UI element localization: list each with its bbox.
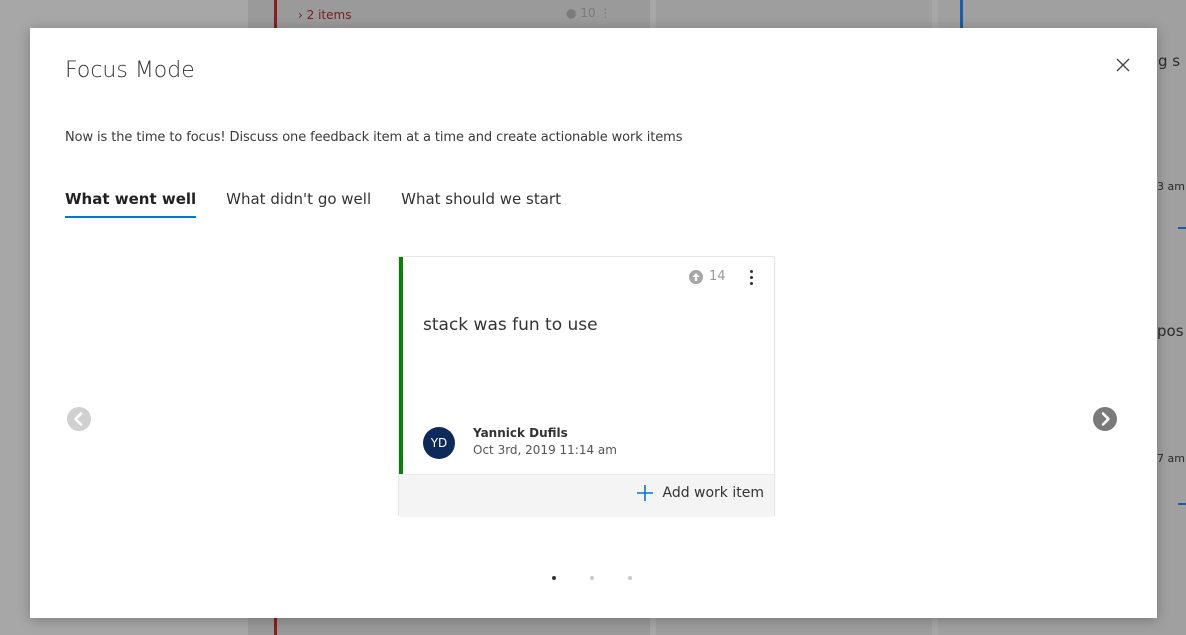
card-more-button[interactable] — [742, 266, 760, 288]
board-side-fragment: 3 am — [1157, 180, 1185, 193]
focus-mode-dialog: Focus Mode Now is the time to focus! Dis… — [30, 28, 1157, 618]
card-accent-bar — [399, 257, 403, 474]
feedback-timestamp: Oct 3rd, 2019 11:14 am — [473, 443, 617, 457]
chevron-left-circle-icon — [67, 407, 91, 431]
close-button[interactable] — [1110, 52, 1136, 78]
dialog-subtitle: Now is the time to focus! Discuss one fe… — [65, 130, 683, 145]
chevron-right-circle-icon — [1093, 407, 1117, 431]
tab-what-should-we-start[interactable]: What should we start — [401, 190, 561, 218]
feedback-text: stack was fun to use — [423, 315, 598, 335]
plus-icon — [637, 485, 654, 501]
more-icon: ⋮ — [599, 6, 612, 20]
pagination-dot[interactable] — [552, 576, 556, 580]
upvote-icon — [689, 269, 703, 284]
board-card-accent — [960, 0, 963, 28]
board-vote-count: ● 10 ⋮ — [566, 6, 612, 20]
more-icon — [749, 269, 753, 273]
column-tabs: What went well What didn't go well What … — [65, 190, 591, 218]
tab-what-didnt-go-well[interactable]: What didn't go well — [226, 190, 371, 218]
vote-count: 14 — [709, 269, 726, 284]
tab-what-went-well[interactable]: What went well — [65, 190, 197, 218]
upvote-button[interactable]: 14 — [689, 269, 726, 284]
author-name: Yannick Dufils — [473, 426, 568, 440]
board-card-accent — [274, 618, 277, 635]
chevron-right-icon: › — [298, 8, 303, 22]
board-group-items-label: › 2 items — [298, 8, 352, 22]
upvote-icon: ● — [566, 6, 577, 20]
pagination-dot[interactable] — [628, 576, 632, 580]
card-footer: Add work item — [399, 474, 774, 516]
next-item-button[interactable] — [1093, 407, 1117, 431]
pagination-dot[interactable] — [590, 576, 594, 580]
feedback-card: 14 stack was fun to use YD Yannick Dufil… — [399, 257, 774, 516]
dialog-title: Focus Mode — [65, 58, 195, 83]
avatar: YD — [423, 427, 455, 459]
add-work-item-button[interactable]: Add work item — [636, 484, 764, 502]
previous-item-button[interactable] — [67, 407, 91, 431]
board-side-dash — [1178, 503, 1186, 505]
board-side-fragment: 7 am — [1157, 452, 1185, 465]
board-card-accent — [274, 0, 277, 28]
carousel-pagination — [552, 576, 632, 580]
board-side-dash — [1178, 227, 1186, 229]
close-icon — [1116, 58, 1130, 72]
board-side-fragment: pos — [1157, 322, 1184, 340]
add-work-item-label: Add work item — [662, 485, 764, 501]
board-side-fragment: g s — [1158, 52, 1181, 70]
